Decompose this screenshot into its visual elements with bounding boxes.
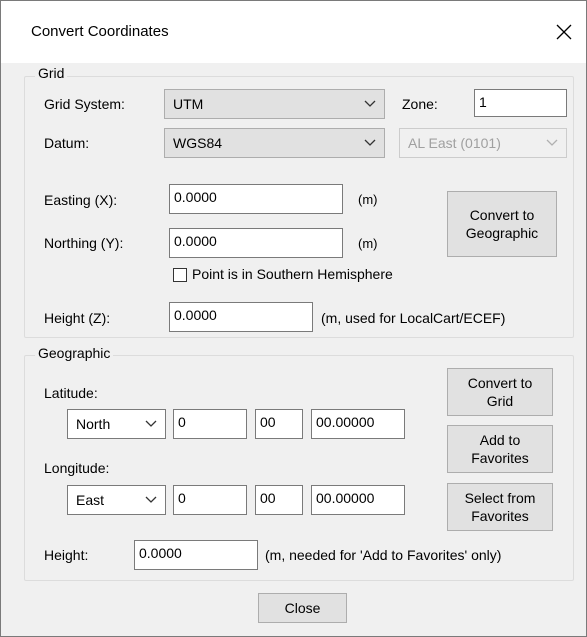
grid-height-unit: (m, used for LocalCart/ECEF) [321, 310, 506, 326]
latitude-degrees-input[interactable]: 0 [173, 409, 247, 439]
chevron-down-icon [145, 420, 157, 427]
northing-label: Northing (Y): [44, 235, 124, 251]
longitude-seconds-input[interactable]: 00.00000 [311, 485, 405, 515]
southern-hemisphere-label[interactable]: Point is in Southern Hemisphere [192, 266, 393, 282]
longitude-hemisphere-select[interactable]: East [67, 485, 166, 515]
state-plane-select: AL East (0101) [399, 128, 567, 158]
close-icon [556, 24, 572, 40]
state-plane-value: AL East (0101) [408, 135, 501, 151]
grid-system-select[interactable]: UTM [164, 89, 385, 119]
window-close-button[interactable] [549, 15, 579, 49]
chevron-down-icon [546, 139, 558, 146]
add-to-favorites-button[interactable]: Add to Favorites [447, 425, 553, 473]
grid-system-label: Grid System: [44, 96, 125, 112]
datum-label: Datum: [44, 135, 90, 151]
zone-input[interactable]: 1 [474, 89, 567, 117]
northing-input[interactable]: 0.0000 [169, 228, 343, 258]
longitude-hemisphere-value: East [76, 492, 105, 508]
geographic-height-label: Height: [44, 547, 89, 563]
chevron-down-icon [145, 496, 157, 503]
grid-system-value: UTM [173, 96, 204, 112]
latitude-hemisphere-value: North [76, 416, 111, 432]
grid-height-input[interactable]: 0.0000 [169, 302, 313, 332]
convert-to-grid-button[interactable]: Convert to Grid [447, 368, 553, 416]
geographic-height-input[interactable]: 0.0000 [134, 540, 258, 570]
geographic-group-label: Geographic [35, 345, 114, 361]
grid-group-label: Grid [35, 65, 68, 81]
longitude-minutes-input[interactable]: 00 [255, 485, 303, 515]
southern-hemisphere-checkbox[interactable] [173, 268, 187, 282]
latitude-seconds-input[interactable]: 00.00000 [311, 409, 405, 439]
latitude-hemisphere-select[interactable]: North [67, 409, 166, 439]
grid-height-label: Height (Z): [44, 310, 111, 326]
easting-label: Easting (X): [44, 192, 118, 208]
close-button[interactable]: Close [258, 593, 347, 623]
northing-unit: (m) [358, 236, 378, 251]
convert-coordinates-dialog: Convert Coordinates Grid Grid System: UT… [0, 0, 587, 637]
datum-value: WGS84 [173, 135, 223, 151]
latitude-minutes-input[interactable]: 00 [255, 409, 303, 439]
datum-select[interactable]: WGS84 [164, 128, 385, 158]
window-title: Convert Coordinates [31, 23, 169, 40]
easting-unit: (m) [358, 192, 378, 207]
longitude-label: Longitude: [44, 460, 110, 476]
latitude-label: Latitude: [44, 385, 98, 401]
longitude-degrees-input[interactable]: 0 [173, 485, 247, 515]
select-from-favorites-button[interactable]: Select from Favorites [447, 483, 553, 531]
zone-label: Zone: [402, 96, 438, 112]
chevron-down-icon [364, 100, 376, 107]
chevron-down-icon [364, 139, 376, 146]
geographic-height-unit: (m, needed for 'Add to Favorites' only) [265, 547, 502, 563]
title-bar: Convert Coordinates [1, 1, 586, 63]
convert-to-geographic-button[interactable]: Convert to Geographic [447, 191, 557, 257]
easting-input[interactable]: 0.0000 [169, 184, 343, 214]
